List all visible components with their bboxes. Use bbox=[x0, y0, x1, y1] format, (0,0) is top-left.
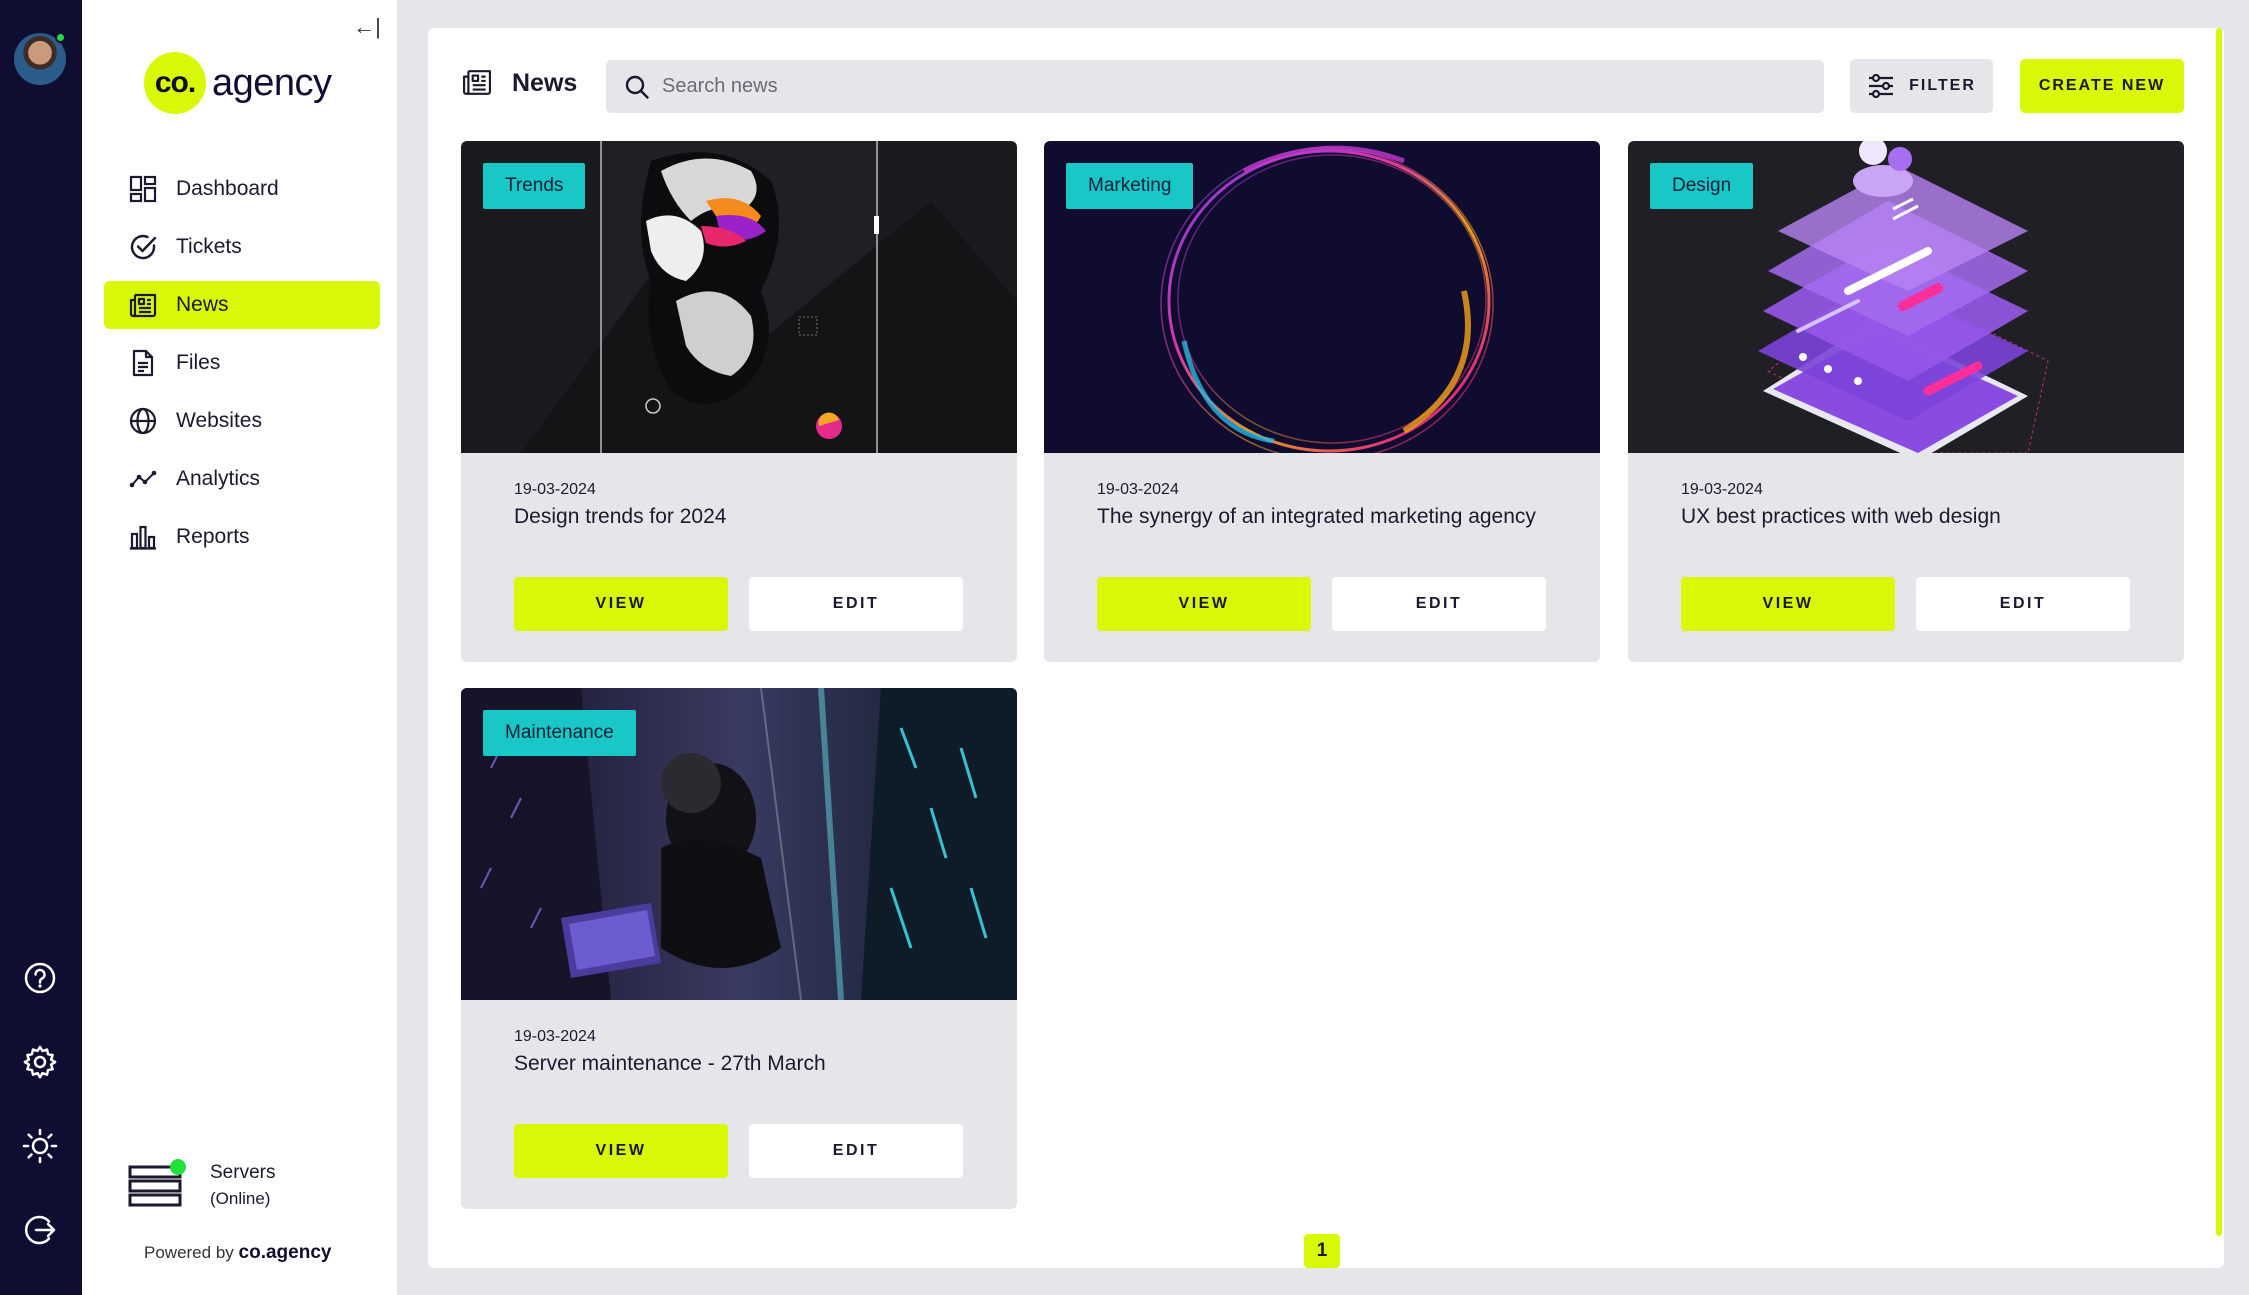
powered-by: Powered by co.agency bbox=[144, 1242, 331, 1264]
pagination-page-1[interactable]: 1 bbox=[1304, 1234, 1340, 1268]
view-button[interactable]: VIEW bbox=[514, 577, 728, 631]
newspaper-icon bbox=[128, 290, 158, 320]
brand-logo[interactable]: co. agency bbox=[144, 52, 332, 114]
logout-icon bbox=[24, 1215, 56, 1245]
logo-text: agency bbox=[212, 61, 332, 104]
create-new-button[interactable]: CREATE NEW bbox=[2020, 59, 2184, 113]
sidebar-item-dashboard[interactable]: Dashboard bbox=[104, 165, 380, 213]
file-icon bbox=[128, 348, 158, 378]
card-date: 19-03-2024 bbox=[1097, 481, 1179, 498]
sidebar-item-label: News bbox=[176, 293, 229, 316]
view-button[interactable]: VIEW bbox=[1681, 577, 1895, 631]
powered-by-brand[interactable]: co.agency bbox=[239, 1242, 332, 1263]
edit-button[interactable]: EDIT bbox=[1332, 577, 1546, 631]
category-tag: Maintenance bbox=[483, 710, 636, 756]
search-bar[interactable] bbox=[606, 60, 1824, 113]
news-card: Trends 19-03-2024 Design trends for 2024… bbox=[461, 141, 1017, 662]
bar-chart-icon bbox=[128, 522, 158, 552]
view-button[interactable]: VIEW bbox=[1097, 577, 1311, 631]
servers-status-text: (Online) bbox=[210, 1189, 271, 1208]
dashboard-icon bbox=[128, 174, 158, 204]
card-title[interactable]: Server maintenance - 27th March bbox=[514, 1052, 826, 1076]
category-tag: Trends bbox=[483, 163, 586, 209]
sidebar-item-files[interactable]: Files bbox=[104, 339, 380, 387]
sliders-icon bbox=[1867, 73, 1895, 99]
theme-toggle-button[interactable] bbox=[20, 1126, 60, 1166]
sidebar-item-tickets[interactable]: Tickets bbox=[104, 223, 380, 271]
sidebar-item-websites[interactable]: Websites bbox=[104, 397, 380, 445]
category-tag: Design bbox=[1650, 163, 1754, 209]
sidebar-item-label: Dashboard bbox=[176, 177, 279, 200]
online-status-dot bbox=[55, 32, 66, 43]
sidebar-item-label: Analytics bbox=[176, 467, 261, 490]
sun-icon bbox=[22, 1128, 58, 1164]
search-input[interactable] bbox=[662, 75, 1762, 98]
globe-icon bbox=[128, 406, 158, 436]
edit-button[interactable]: EDIT bbox=[749, 577, 963, 631]
news-card: Design 19-03-2024 UX best practices with… bbox=[1628, 141, 2184, 662]
settings-button[interactable] bbox=[20, 1042, 60, 1082]
analytics-icon bbox=[128, 464, 158, 494]
card-title[interactable]: The synergy of an integrated marketing a… bbox=[1097, 505, 1536, 529]
server-status[interactable]: Servers (Online) bbox=[128, 1159, 276, 1212]
card-title[interactable]: Design trends for 2024 bbox=[514, 505, 726, 529]
logout-button[interactable] bbox=[20, 1210, 60, 1250]
gear-icon bbox=[23, 1045, 57, 1079]
scrollbar-thumb[interactable] bbox=[2216, 28, 2222, 1236]
card-date: 19-03-2024 bbox=[514, 1028, 596, 1045]
page-title: News bbox=[460, 68, 577, 98]
server-online-dot bbox=[170, 1159, 186, 1175]
edit-button[interactable]: EDIT bbox=[1916, 577, 2130, 631]
newspaper-icon bbox=[460, 68, 494, 98]
search-icon bbox=[625, 75, 649, 99]
page-title-text: News bbox=[512, 68, 578, 97]
sidebar-item-label: Tickets bbox=[176, 235, 242, 258]
sidebar-item-analytics[interactable]: Analytics bbox=[104, 455, 380, 503]
news-card: Marketing 19-03-2024 The synergy of an i… bbox=[1044, 141, 1600, 662]
sidebar-item-label: Websites bbox=[176, 409, 262, 432]
question-circle-icon bbox=[24, 962, 56, 994]
news-card: Maintenance 19-03-2024 Server maintenanc… bbox=[461, 688, 1017, 1209]
category-tag: Marketing bbox=[1066, 163, 1194, 209]
powered-by-text: Powered by bbox=[144, 1243, 234, 1262]
check-circle-icon bbox=[128, 232, 158, 262]
filter-button-label: FILTER bbox=[1909, 77, 1976, 94]
icon-rail bbox=[0, 0, 82, 1295]
sidebar-item-news[interactable]: News bbox=[104, 281, 380, 329]
sidebar: ←| co. agency Dashboard Tickets News Fil… bbox=[82, 0, 397, 1295]
server-icon bbox=[128, 1159, 186, 1209]
sidebar-item-label: Files bbox=[176, 351, 221, 374]
card-date: 19-03-2024 bbox=[1681, 481, 1763, 498]
card-date: 19-03-2024 bbox=[514, 481, 596, 498]
sidebar-item-reports[interactable]: Reports bbox=[104, 513, 380, 561]
servers-label: Servers bbox=[210, 1162, 276, 1183]
sidebar-nav: Dashboard Tickets News Files Websites An… bbox=[104, 165, 380, 571]
filter-button[interactable]: FILTER bbox=[1850, 59, 1993, 113]
collapse-sidebar-button[interactable]: ←| bbox=[352, 14, 382, 40]
help-button[interactable] bbox=[20, 958, 60, 998]
sidebar-item-label: Reports bbox=[176, 525, 250, 548]
edit-button[interactable]: EDIT bbox=[749, 1124, 963, 1178]
view-button[interactable]: VIEW bbox=[514, 1124, 728, 1178]
logo-mark: co. bbox=[144, 52, 206, 114]
card-title[interactable]: UX best practices with web design bbox=[1681, 505, 2001, 529]
